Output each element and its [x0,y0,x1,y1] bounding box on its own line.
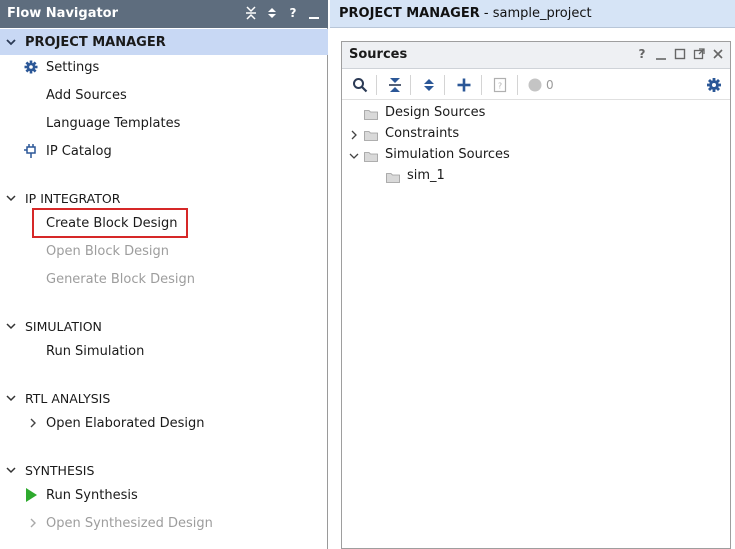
toolbar-divider [444,75,445,95]
gear-icon[interactable] [706,77,722,93]
search-icon[interactable] [352,77,368,93]
section-label: SYNTHESIS [25,462,95,478]
nav-item-label: Open Synthesized Design [46,515,213,531]
status-count: 0 [546,78,554,92]
project-name: - sample_project [479,6,592,21]
nav-item-language-templates[interactable]: Language Templates [46,112,180,134]
nav-item-label: Open Elaborated Design [46,415,205,431]
sources-title: Sources [349,47,408,62]
properties-icon[interactable]: ? [492,77,508,93]
help-icon[interactable]: ? [287,6,299,20]
nav-item-add-sources[interactable]: Add Sources [46,84,127,106]
nav-item-run-simulation[interactable]: Run Simulation [46,340,144,362]
nav-item-generate-block-design[interactable]: Generate Block Design [46,268,195,290]
page-title-section: PROJECT MANAGER [339,6,480,21]
section-label: RTL ANALYSIS [25,390,111,406]
nav-item-settings[interactable]: Settings [24,56,99,78]
nav-item-label: Generate Block Design [46,271,196,287]
plug-icon [24,144,36,158]
flow-navigator-title: Flow Navigator [7,6,119,21]
gear-icon [24,60,38,74]
nav-item-label: Language Templates [46,115,181,131]
nav-item-label: IP Catalog [46,143,112,159]
maximize-icon[interactable] [674,47,686,61]
nav-item-label: Run Simulation [46,343,145,359]
nav-item-create-block-design[interactable]: Create Block Design [46,212,178,234]
flow-navigator-header: Flow Navigator ? [0,0,328,28]
section-project-manager[interactable]: PROJECT MANAGER [0,29,328,55]
folder-icon [364,131,378,141]
tree-item-sim-1[interactable]: sim_1 [342,167,730,187]
nav-item-label: Open Block Design [46,243,170,259]
chevron-right-icon[interactable] [349,130,359,140]
section-rtl-analysis[interactable]: RTL ANALYSIS [0,385,328,411]
folder-icon [386,173,400,183]
nav-item-ip-catalog[interactable]: IP Catalog [24,140,112,162]
toolbar-divider [517,75,518,95]
chevron-down-icon[interactable] [5,192,17,204]
chevron-right-icon[interactable] [28,517,38,529]
sources-header: Sources ? [342,42,730,69]
chevron-down-icon[interactable] [5,392,17,404]
toolbar-divider [410,75,411,95]
help-icon[interactable]: ? [636,47,648,61]
section-synthesis[interactable]: SYNTHESIS [0,457,328,483]
nav-item-run-synthesis[interactable]: Run Synthesis [24,484,138,506]
chevron-down-icon[interactable] [5,36,17,48]
expand-all-icon[interactable] [421,77,437,93]
tree-item-design-sources[interactable]: Design Sources [342,104,730,124]
nav-item-label: Add Sources [46,87,127,103]
tree-item-label: sim_1 [407,168,445,183]
collapse-all-icon[interactable] [387,77,403,93]
chevron-right-icon[interactable] [28,417,38,429]
folder-icon [364,110,378,120]
collapse-all-icon[interactable] [245,6,257,20]
nav-item-open-synthesized-design[interactable]: Open Synthesized Design [28,512,213,534]
nav-item-open-elaborated-design[interactable]: Open Elaborated Design [28,412,205,434]
close-icon[interactable] [712,47,724,61]
chevron-down-icon[interactable] [5,464,17,476]
sources-toolbar: ? 0 [342,70,730,100]
nav-item-label: Create Block Design [46,215,178,231]
flow-navigator-panel: Flow Navigator ? PROJECT MANAGER Setting… [0,0,328,549]
svg-text:?: ? [498,82,502,91]
minimize-icon[interactable] [655,47,667,61]
play-icon [26,488,37,502]
nav-item-label: Run Synthesis [46,487,138,503]
float-icon[interactable] [693,47,705,61]
toolbar-divider [376,75,377,95]
chevron-down-icon[interactable] [349,151,359,161]
section-label: SIMULATION [25,318,102,334]
folder-icon [364,152,378,162]
status-dot-icon [528,78,542,92]
nav-item-label: Settings [46,59,100,75]
expand-all-icon[interactable] [266,6,278,20]
add-icon[interactable] [456,77,472,93]
tree-item-label: Constraints [385,126,460,141]
project-manager-header: PROJECT MANAGER - sample_project [330,0,735,28]
tree-item-label: Design Sources [385,105,486,120]
section-simulation[interactable]: SIMULATION [0,313,328,339]
tree-item-constraints[interactable]: Constraints [342,125,730,145]
tree-item-simulation-sources[interactable]: Simulation Sources [342,146,730,166]
section-label: IP INTEGRATOR [25,190,121,206]
sources-panel: Sources ? ? 0 Design Sources Constraints… [341,41,731,549]
section-label: PROJECT MANAGER [25,34,166,50]
page-title: PROJECT MANAGER - sample_project [339,6,592,21]
chevron-down-icon[interactable] [5,320,17,332]
minimize-icon[interactable] [308,6,320,20]
nav-item-open-block-design[interactable]: Open Block Design [46,240,169,262]
tree-item-label: Simulation Sources [385,147,510,162]
toolbar-divider [481,75,482,95]
